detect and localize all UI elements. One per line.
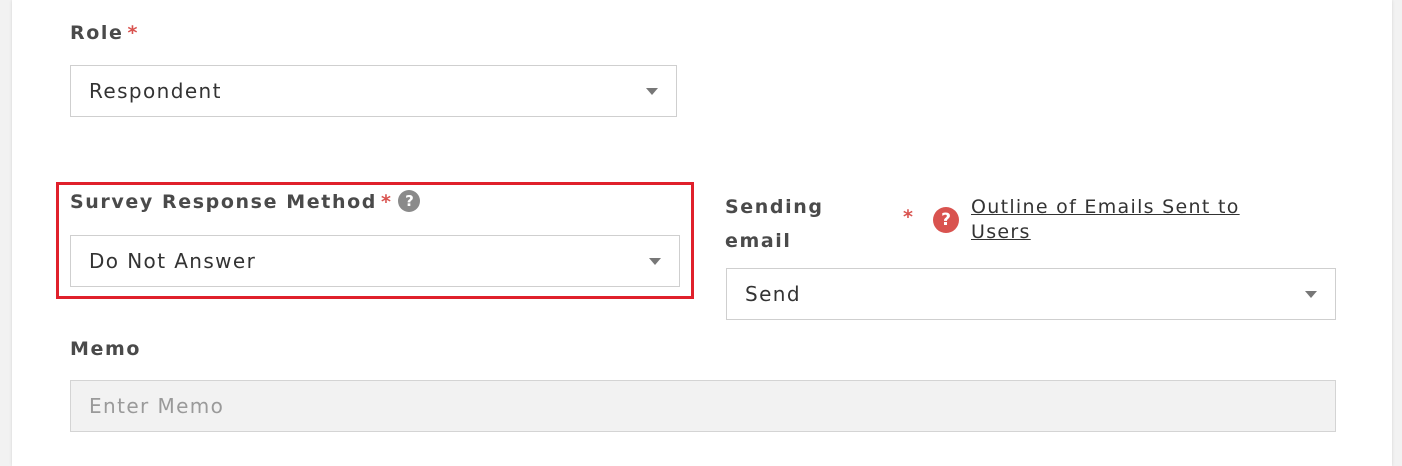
question-circle-icon[interactable]: ?	[398, 190, 421, 212]
role-label: Role *	[70, 22, 139, 44]
survey-response-method-required-mark: *	[380, 191, 393, 213]
sending-email-value: Send	[745, 282, 801, 306]
sending-email-required-mark: *	[903, 206, 913, 228]
outline-of-emails-link-line1: Outline of Emails Sent to	[971, 196, 1240, 218]
outline-of-emails-link-line2: Users	[971, 221, 1031, 243]
sending-email-label: Sending email	[725, 190, 824, 258]
memo-label-text: Memo	[70, 338, 142, 360]
memo-input[interactable]	[70, 380, 1336, 432]
sending-email-label-line1: Sending	[725, 196, 824, 218]
role-select[interactable]: Respondent	[70, 65, 677, 117]
form-card: Role * Respondent Survey Response Method *…	[12, 0, 1392, 466]
survey-response-method-label-text: Survey Response Method	[70, 191, 377, 213]
survey-response-method-label: Survey Response Method *?	[70, 190, 421, 213]
survey-response-method-value: Do Not Answer	[89, 249, 257, 273]
outline-of-emails-link[interactable]: Outline of Emails Sent to Users	[971, 195, 1240, 245]
role-required-mark: *	[127, 22, 140, 44]
survey-response-method-select[interactable]: Do Not Answer	[70, 235, 680, 287]
sending-email-select[interactable]: Send	[726, 268, 1336, 320]
chevron-down-icon	[1305, 291, 1317, 298]
sending-email-label-line2: email	[725, 230, 792, 252]
chevron-down-icon	[649, 258, 661, 265]
chevron-down-icon	[646, 88, 658, 95]
question-circle-icon[interactable]: ?	[933, 207, 959, 233]
memo-label: Memo	[70, 338, 141, 360]
role-label-text: Role	[70, 22, 124, 44]
role-select-value: Respondent	[89, 79, 222, 103]
